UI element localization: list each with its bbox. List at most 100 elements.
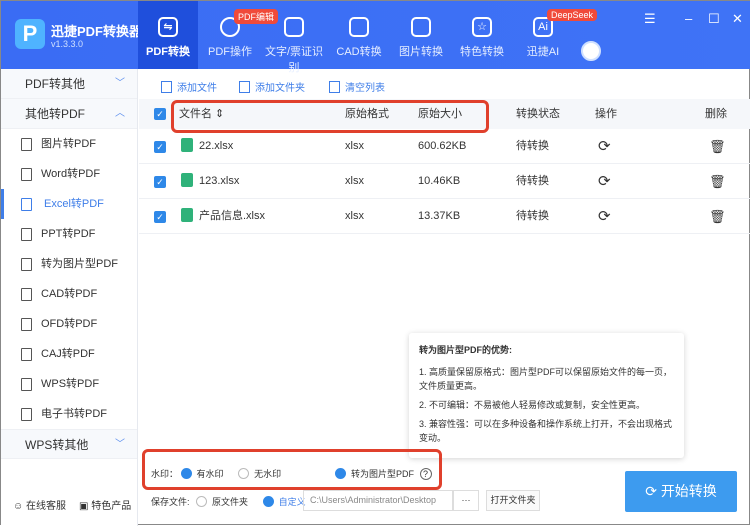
tooltip-title: 转为图片型PDF的优势: [419,345,512,355]
save-path-input[interactable]: C:\Users\Administrator\Desktop [303,490,453,511]
row-checkbox[interactable]: ✓ [154,211,166,223]
sidebar-section-pdf-to-other[interactable]: PDF转其他 ﹀ [1,69,137,99]
tab-ocr[interactable]: 文字/票证识别 [261,1,327,74]
file-status: 待转换 [516,210,549,222]
file-size: 600.62KB [418,140,467,152]
start-convert-button[interactable]: ⟳ 开始转换 [625,471,737,512]
sidebar-item-excel[interactable]: Excel转PDF [1,189,137,219]
with-watermark-radio[interactable] [180,468,192,479]
header-delete: 删除 [705,108,727,120]
tab-label: PDF转换 [146,46,190,58]
footer-label: 在线客服 [26,501,66,512]
row-checkbox[interactable]: ✓ [154,141,166,153]
featured-products-button[interactable]: ▣ 特色产品 [79,497,131,512]
sidebar-item-ofd[interactable]: OFD转PDF [1,309,137,339]
original-folder-radio[interactable] [196,496,208,507]
file-status: 待转换 [516,175,549,187]
row-checkbox[interactable]: ✓ [154,176,166,188]
sidebar-section-other-to-pdf[interactable]: 其他转PDF ︿ [1,99,137,129]
select-all-checkbox[interactable]: ✓ [154,108,166,120]
section-label: 其他转PDF [25,107,86,121]
wps-icon [21,378,32,391]
tab-label: 图片转换 [399,46,443,58]
radio-label: 原文件夹 [212,497,249,507]
add-file-button[interactable]: 添加文件 [161,79,217,94]
image-icon [21,138,32,151]
clear-list-button[interactable]: 清空列表 [329,79,385,94]
table-row: ✓ 22.xlsx xlsx 600.62KB 待转换 ⟳ 🗑 [139,129,750,164]
table-row: ✓ 123.xlsx xlsx 10.46KB 待转换 ⟳ 🗑 [139,164,750,199]
browse-button[interactable]: ··· [453,490,479,511]
tab-label: PDF操作 [208,46,252,58]
ebook-icon [21,408,32,421]
online-service-button[interactable]: ☺ 在线客服 [13,497,66,512]
avatar[interactable] [581,41,601,61]
open-folder-button[interactable]: 打开文件夹 [486,490,540,511]
sidebar-item-ppt[interactable]: PPT转PDF [1,219,137,249]
convert-refresh-icon[interactable]: ⟳ [598,199,611,234]
tooltip-point: 3. 兼容性强：可以在多种设备和操作系统上打开，不会出现格式变动。 [419,419,673,443]
section-label: WPS转其他 [25,438,89,452]
sidebar-item-word[interactable]: Word转PDF [1,159,137,189]
tab-cad[interactable]: CAD转换 [333,1,385,69]
chevron-down-icon: ﹀ [115,439,125,450]
file-name: 123.xlsx [199,175,240,187]
convert-refresh-icon[interactable]: ⟳ [598,129,611,164]
xls-file-icon [181,208,193,222]
maximize-icon[interactable]: ☐ [708,11,720,27]
file-format: xlsx [345,210,364,222]
help-icon[interactable]: ? [419,468,432,480]
file-status: 待转换 [516,140,549,152]
sidebar-item-label: PPT转PDF [41,228,96,240]
tab-pdf-convert[interactable]: ⇋ PDF转换 [138,1,198,69]
product-icon: ▣ [79,501,92,512]
delete-icon[interactable]: 🗑 [709,199,726,234]
image-pdf-option: 转为图片型PDF ? [335,467,432,480]
xls-file-icon [181,173,193,187]
file-size: 13.37KB [418,210,461,222]
header-status: 转换状态 [516,108,560,120]
sidebar-section-wps-to-other[interactable]: WPS转其他 ﹀ [1,429,137,459]
sidebar-item-image-pdf[interactable]: 转为图片型PDF [1,249,137,279]
no-watermark-radio[interactable] [238,468,250,479]
footer-label: 特色产品 [91,501,132,512]
minimize-icon[interactable]: – [685,11,692,26]
tab-image[interactable]: 图片转换 [395,1,447,69]
menu-icon[interactable]: ☰ [644,11,656,27]
toolbar-label: 添加文件夹 [255,83,305,94]
custom-folder-radio[interactable] [262,496,274,507]
app-name: 迅捷PDF转换器 [51,24,143,39]
sidebar-item-label: 电子书转PDF [41,408,107,420]
image-pdf-checkbox[interactable] [335,468,346,479]
star-icon: ☆ [472,17,492,37]
save-options: 保存文件: 原文件夹 自定义 [151,495,306,508]
start-label: 开始转换 [660,483,717,499]
sidebar-item-image[interactable]: 图片转PDF [1,129,137,159]
sidebar-item-label: OFD转PDF [41,318,98,330]
add-folder-button[interactable]: 添加文件夹 [239,79,305,94]
delete-icon[interactable]: 🗑 [709,164,726,199]
deepseek-badge: DeepSeek [547,9,598,21]
file-format: xlsx [345,140,364,152]
sidebar-item-caj[interactable]: CAJ转PDF [1,339,137,369]
sidebar: PDF转其他 ﹀ 其他转PDF ︿ 图片转PDF Word转PDF Excel转PD… [1,69,138,526]
convert-refresh-icon[interactable]: ⟳ [598,164,611,199]
tab-label: CAD转换 [336,46,382,58]
image-pdf-icon [21,258,32,271]
sidebar-item-ebook[interactable]: 电子书转PDF [1,399,137,429]
sidebar-item-wps[interactable]: WPS转PDF [1,369,137,399]
save-label: 保存文件: [151,497,190,507]
tooltip-point: 2. 不可编辑：不易被他人轻易修改或复制，安全性更高。 [419,400,646,410]
sidebar-item-label: CAJ转PDF [41,348,95,360]
option-label: 转为图片型PDF [351,469,415,479]
toolbar-label: 清空列表 [345,83,385,94]
sidebar-item-label: WPS转PDF [41,378,100,390]
tab-special[interactable]: ☆ 特色转换 [456,1,508,69]
close-icon[interactable]: ✕ [732,11,743,27]
sidebar-item-cad[interactable]: CAD转PDF [1,279,137,309]
tab-label: 特色转换 [460,46,504,58]
watermark-options: 水印： 有水印 无水印 [151,467,281,480]
delete-icon[interactable]: 🗑 [709,129,726,164]
app-logo: P [15,19,45,49]
caj-icon [21,348,32,361]
